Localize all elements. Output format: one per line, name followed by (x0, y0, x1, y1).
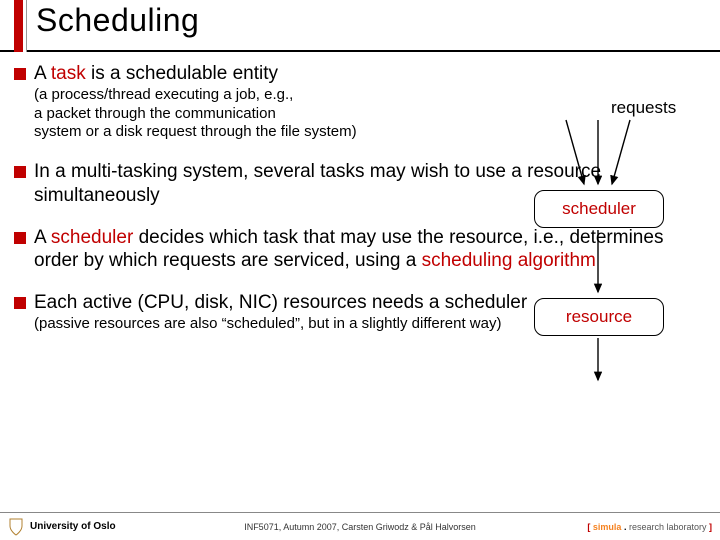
flow-diagram: requests scheduler resource (506, 62, 706, 402)
scheduler-box: scheduler (534, 190, 664, 228)
title-accent (14, 0, 23, 52)
footer-university: University of Oslo (30, 521, 116, 532)
resource-box: resource (534, 298, 664, 336)
bracket-close: ] (707, 522, 713, 532)
simula-word: simula (593, 522, 622, 532)
footer-bar: University of Oslo INF5071, Autumn 2007,… (0, 512, 720, 540)
bullet-marker (14, 166, 26, 178)
footer-course-info: INF5071, Autumn 2007, Carsten Griwodz & … (244, 522, 476, 532)
bullet-marker (14, 232, 26, 244)
text: A (34, 63, 51, 84)
dot: . (621, 522, 629, 532)
uio-crest-icon (8, 518, 24, 536)
text: is a schedulable entity (86, 63, 278, 84)
keyword-scheduler: scheduler (51, 227, 133, 248)
slide-title: Scheduling (36, 2, 199, 39)
lab-rest: research laboratory (629, 522, 707, 532)
bullet-marker (14, 297, 26, 309)
diagram-arrows (506, 62, 706, 402)
title-accent-divider (23, 0, 27, 52)
bullet-marker (14, 68, 26, 80)
footer-lab: [ simula . research laboratory ] (587, 522, 712, 532)
text: A (34, 227, 51, 248)
title-bar: Scheduling (0, 0, 720, 52)
keyword-task: task (51, 63, 86, 84)
